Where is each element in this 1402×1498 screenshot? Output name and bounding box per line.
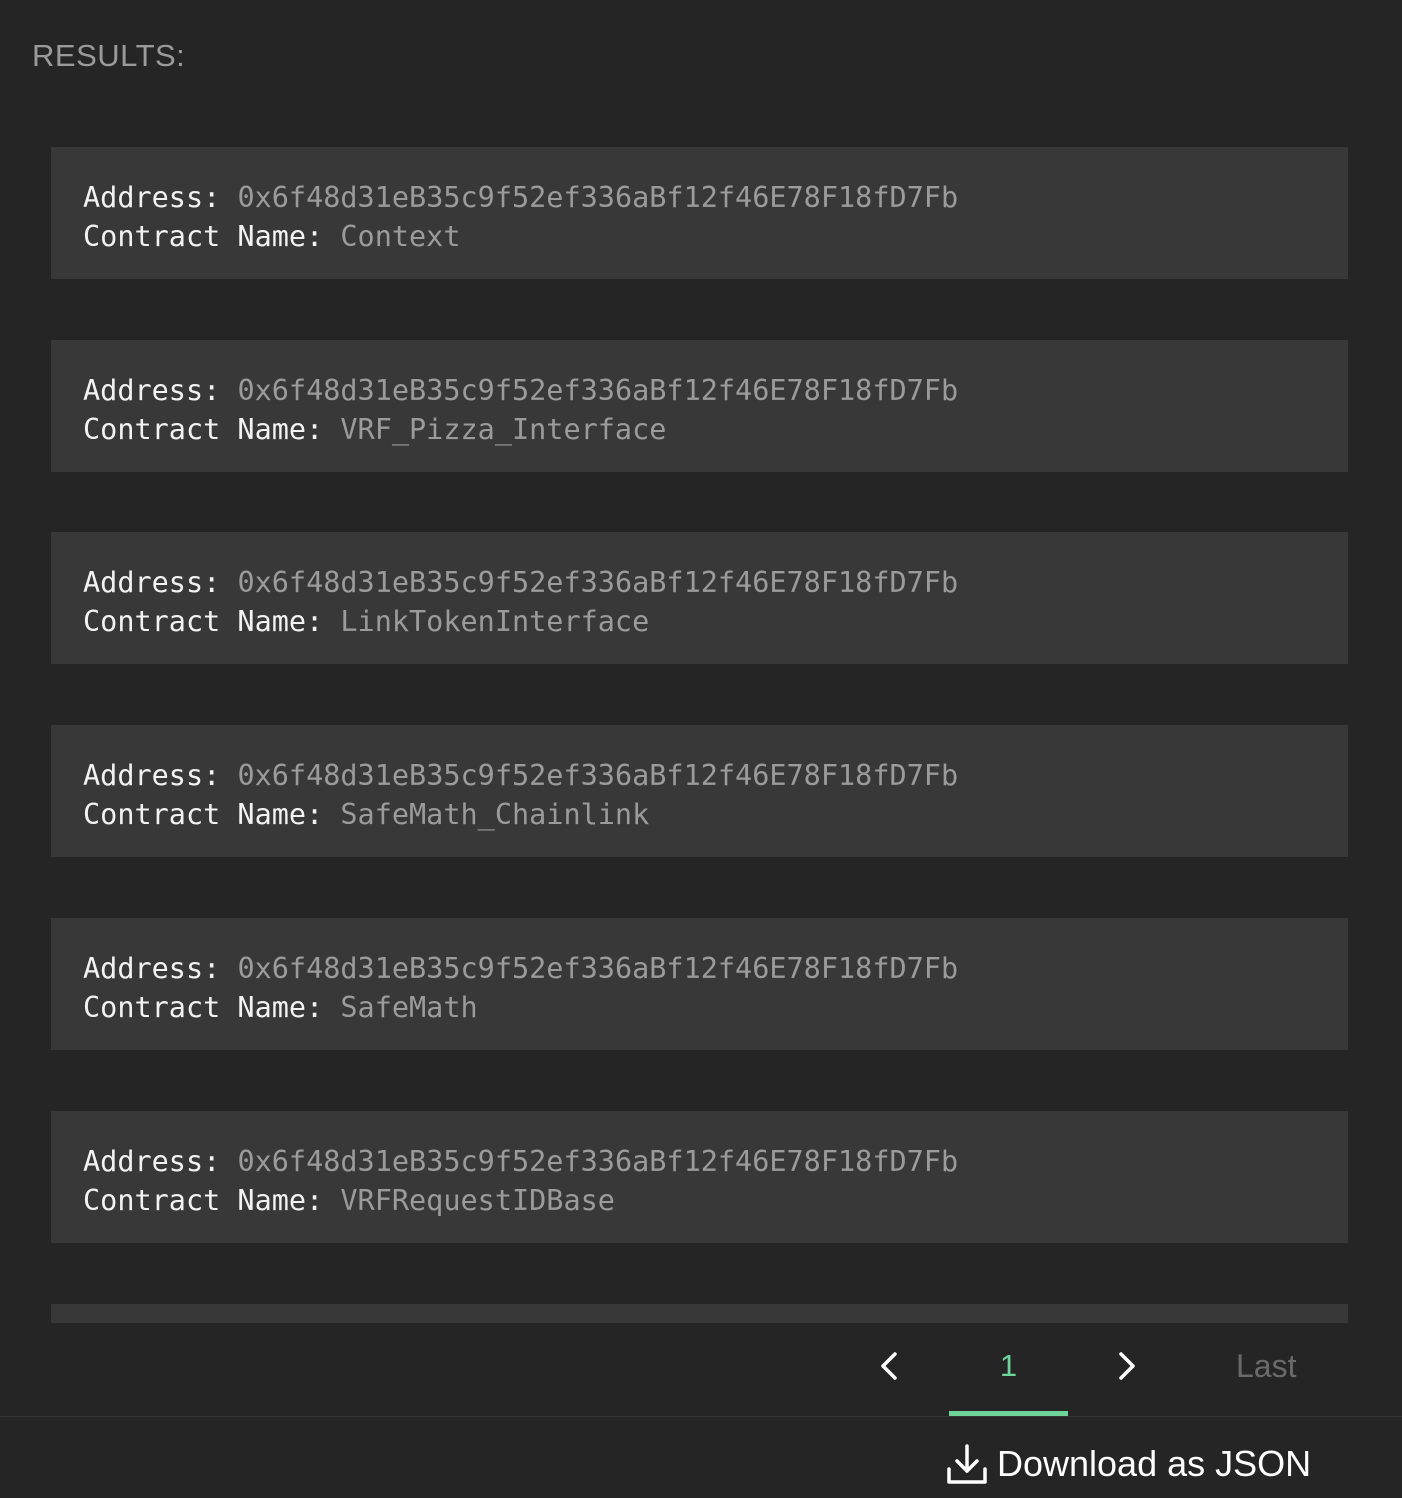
contract-name-line: Contract Name: SafeMath (83, 988, 1348, 1027)
contract-name-label: Contract Name: (83, 1184, 324, 1217)
address-value: 0x6f48d31eB35c9f52ef336aBf12f46E78F18fD7… (237, 181, 959, 214)
pagination: 1 Last (0, 1330, 1402, 1416)
address-value: 0x6f48d31eB35c9f52ef336aBf12f46E78F18fD7… (237, 566, 959, 599)
chevron-left-icon[interactable] (870, 1346, 910, 1386)
contract-name-value: SafeMath (340, 991, 478, 1024)
contract-name-line: Contract Name: Context (83, 217, 1348, 256)
contract-name-label: Contract Name: (83, 991, 324, 1024)
download-icon (945, 1442, 989, 1486)
result-card: Address: 0x6f48d31eB35c9f52ef336aBf12f46… (51, 532, 1348, 664)
results-scroll-area[interactable]: Address: 0x6f48d31eB35c9f52ef336aBf12f46… (51, 147, 1348, 1323)
chevron-right-icon[interactable] (1107, 1346, 1147, 1386)
result-list: Address: 0x6f48d31eB35c9f52ef336aBf12f46… (51, 147, 1348, 1323)
address-line: Address: 0x6f48d31eB35c9f52ef336aBf12f46… (83, 1142, 1348, 1181)
address-label: Address: (83, 181, 221, 214)
address-value: 0x6f48d31eB35c9f52ef336aBf12f46E78F18fD7… (237, 1145, 959, 1178)
contract-name-value: LinkTokenInterface (340, 605, 650, 638)
address-line: Address: 0x6f48d31eB35c9f52ef336aBf12f46… (83, 756, 1348, 795)
address-label: Address: (83, 566, 221, 599)
contract-name-line: Contract Name: VRF_Pizza_Interface (83, 410, 1348, 449)
result-card: Address: 0x6f48d31eB35c9f52ef336aBf12f46… (51, 340, 1348, 472)
last-page-button[interactable]: Last (1236, 1330, 1296, 1402)
page-1-button[interactable]: 1 (949, 1330, 1068, 1416)
result-card-partial (51, 1304, 1348, 1323)
address-value: 0x6f48d31eB35c9f52ef336aBf12f46E78F18fD7… (237, 759, 959, 792)
contract-name-label: Contract Name: (83, 220, 324, 253)
address-label: Address: (83, 374, 221, 407)
result-card: Address: 0x6f48d31eB35c9f52ef336aBf12f46… (51, 725, 1348, 857)
address-line: Address: 0x6f48d31eB35c9f52ef336aBf12f46… (83, 371, 1348, 410)
result-card: Address: 0x6f48d31eB35c9f52ef336aBf12f46… (51, 1111, 1348, 1243)
download-label: Download as JSON (997, 1443, 1312, 1484)
contract-name-value: VRF_Pizza_Interface (340, 413, 667, 446)
address-value: 0x6f48d31eB35c9f52ef336aBf12f46E78F18fD7… (237, 374, 959, 407)
contract-name-value: Context (340, 220, 461, 253)
results-heading: RESULTS: (32, 38, 186, 73)
address-line: Address: 0x6f48d31eB35c9f52ef336aBf12f46… (83, 949, 1348, 988)
address-value: 0x6f48d31eB35c9f52ef336aBf12f46E78F18fD7… (237, 952, 959, 985)
address-label: Address: (83, 759, 221, 792)
address-line: Address: 0x6f48d31eB35c9f52ef336aBf12f46… (83, 563, 1348, 602)
divider (0, 1416, 1402, 1417)
contract-name-label: Contract Name: (83, 605, 324, 638)
contract-name-value: SafeMath_Chainlink (340, 798, 650, 831)
contract-name-line: Contract Name: LinkTokenInterface (83, 602, 1348, 641)
contract-name-label: Contract Name: (83, 798, 324, 831)
results-panel: RESULTS: Address: 0x6f48d31eB35c9f52ef33… (0, 0, 1402, 1498)
contract-name-line: Contract Name: SafeMath_Chainlink (83, 795, 1348, 834)
address-label: Address: (83, 952, 221, 985)
contract-name-value: VRFRequestIDBase (340, 1184, 615, 1217)
result-card: Address: 0x6f48d31eB35c9f52ef336aBf12f46… (51, 918, 1348, 1050)
address-label: Address: (83, 1145, 221, 1178)
download-json-button[interactable]: Download as JSON (945, 1438, 1311, 1490)
contract-name-label: Contract Name: (83, 413, 324, 446)
contract-name-line: Contract Name: VRFRequestIDBase (83, 1181, 1348, 1220)
result-card: Address: 0x6f48d31eB35c9f52ef336aBf12f46… (51, 147, 1348, 279)
address-line: Address: 0x6f48d31eB35c9f52ef336aBf12f46… (83, 178, 1348, 217)
